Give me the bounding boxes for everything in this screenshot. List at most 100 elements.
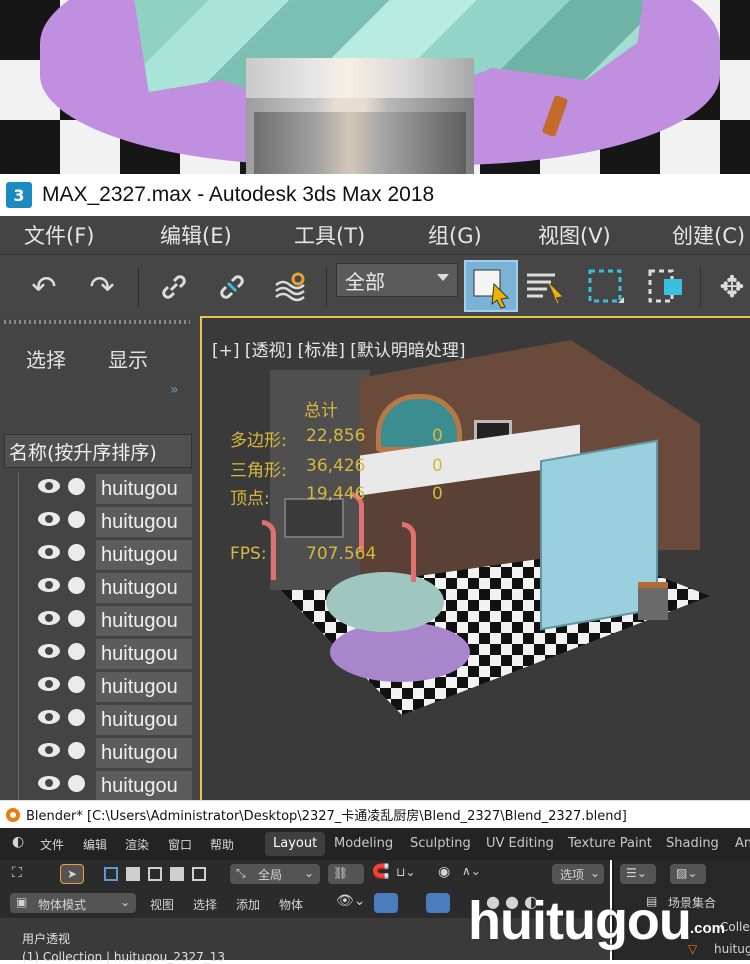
list-item[interactable]: huitugou — [0, 506, 200, 539]
tab-select[interactable]: 选择 — [26, 344, 66, 373]
eye-icon[interactable] — [38, 776, 60, 790]
tab-display[interactable]: 显示 — [108, 344, 148, 373]
pivot-point-dropdown[interactable]: ⛓ — [328, 864, 364, 884]
select-subtract-icon[interactable] — [148, 867, 162, 881]
list-item[interactable]: huitugou — [0, 671, 200, 704]
viewport-menu-add[interactable]: 添加 — [236, 896, 260, 913]
selection-filter-dropdown[interactable]: 全部 — [336, 263, 458, 297]
eye-icon[interactable] — [38, 545, 60, 559]
list-item[interactable]: huitugou — [0, 473, 200, 506]
viewport-menu-view[interactable]: 视图 — [150, 896, 174, 913]
window-crossing-icon[interactable] — [646, 267, 686, 307]
stats-polys-value: 22,856 — [306, 426, 366, 446]
menu-group[interactable]: 组(G) — [428, 220, 482, 250]
name-column-header[interactable]: 名称(按升序排序) — [4, 434, 192, 468]
tab-shading[interactable]: Shading — [658, 832, 727, 856]
tab-sculpting[interactable]: Sculpting — [402, 832, 479, 856]
select-new-icon[interactable] — [104, 867, 118, 881]
select-invert-icon[interactable] — [170, 867, 184, 881]
freeze-toggle-icon[interactable] — [68, 775, 85, 792]
bl-menu-edit[interactable]: 编辑 — [83, 836, 107, 853]
blender-logo-icon — [6, 807, 20, 822]
cursor-icon: ➤ — [67, 867, 78, 881]
mode-dropdown[interactable]: ▣ 物体模式 ⌄ — [10, 893, 136, 913]
eye-icon[interactable] — [38, 611, 60, 625]
bl-menu-window[interactable]: 窗口 — [168, 836, 192, 853]
list-item[interactable]: huitugou — [0, 704, 200, 737]
object-name: huitugou — [96, 705, 192, 735]
visibility-eye-icon[interactable]: 👁⌄ — [336, 893, 366, 909]
panel-grip[interactable] — [4, 320, 190, 324]
select-by-name-icon[interactable] — [524, 267, 564, 307]
tab-texture-paint[interactable]: Texture Paint — [560, 832, 660, 856]
freeze-toggle-icon[interactable] — [68, 610, 85, 627]
transform-orientation-dropdown[interactable]: ⤡ 全局 ⌄ — [230, 864, 320, 884]
select-intersect-icon[interactable] — [192, 867, 206, 881]
link-icon[interactable] — [154, 267, 194, 307]
viewport-menu-select[interactable]: 选择 — [193, 896, 217, 913]
eye-icon[interactable] — [38, 743, 60, 757]
toolbar-divider — [138, 267, 139, 307]
falloff-icon[interactable]: ∧⌄ — [462, 864, 481, 878]
list-item[interactable]: huitugou — [0, 638, 200, 671]
select-extend-icon[interactable] — [126, 867, 140, 881]
eye-icon[interactable] — [38, 512, 60, 526]
freeze-toggle-icon[interactable] — [68, 709, 85, 726]
bl-menu-render[interactable]: 渲染 — [125, 836, 149, 853]
overlay-toggle-icon[interactable] — [426, 893, 450, 913]
freeze-toggle-icon[interactable] — [68, 511, 85, 528]
viewport-menu-object[interactable]: 物体 — [279, 896, 303, 913]
tree-line — [18, 737, 19, 770]
expand-chevron-icon[interactable]: » — [170, 382, 179, 398]
menu-edit[interactable]: 编辑(E) — [160, 220, 232, 250]
redo-icon[interactable]: ↷ — [82, 267, 122, 307]
list-item[interactable]: huitugou — [0, 539, 200, 572]
outliner-filter-dropdown[interactable]: ☰⌄ — [620, 864, 656, 884]
menu-tools[interactable]: 工具(T) — [294, 220, 365, 250]
bl-menu-help[interactable]: 帮助 — [210, 836, 234, 853]
blender-app-icon[interactable]: ◐ — [12, 834, 24, 850]
stats-total-label: 总计 — [304, 401, 338, 421]
select-object-button[interactable] — [464, 260, 518, 312]
rect-selection-icon[interactable] — [586, 267, 626, 307]
list-item[interactable]: huitugou — [0, 770, 200, 803]
select-tool-button[interactable]: ➤ — [60, 864, 84, 884]
freeze-toggle-icon[interactable] — [68, 742, 85, 759]
undo-icon[interactable]: ↶ — [24, 267, 64, 307]
freeze-toggle-icon[interactable] — [68, 544, 85, 561]
stats-verts-label: 顶点: — [230, 489, 270, 509]
tab-uv-editing[interactable]: UV Editing — [478, 832, 562, 856]
freeze-toggle-icon[interactable] — [68, 478, 85, 495]
freeze-toggle-icon[interactable] — [68, 676, 85, 693]
proportional-edit-icon[interactable]: ◉ — [438, 864, 450, 880]
list-item[interactable]: huitugou — [0, 572, 200, 605]
unlink-icon[interactable] — [212, 267, 252, 307]
move-icon[interactable]: ✥ — [712, 267, 750, 307]
eye-icon[interactable] — [38, 710, 60, 724]
bl-menu-file[interactable]: 文件 — [40, 836, 64, 853]
eye-icon[interactable] — [38, 578, 60, 592]
tab-modeling[interactable]: Modeling — [326, 832, 401, 856]
transform-pivot-icon[interactable]: ⛶ — [12, 865, 22, 881]
freeze-toggle-icon[interactable] — [68, 577, 85, 594]
eye-icon[interactable] — [38, 677, 60, 691]
menu-create[interactable]: 创建(C) — [672, 220, 745, 250]
tab-animation[interactable]: An — [727, 832, 750, 856]
options-dropdown[interactable]: 选项 ⌄ — [552, 864, 604, 884]
eye-icon[interactable] — [38, 479, 60, 493]
freeze-toggle-icon[interactable] — [68, 643, 85, 660]
viewport-label[interactable]: [+] [透视] [标准] [默认明暗处理] — [212, 336, 466, 361]
gizmo-toggle-icon[interactable] — [374, 893, 398, 913]
list-item[interactable]: huitugou — [0, 737, 200, 770]
outliner-display-dropdown[interactable]: ▨⌄ — [670, 864, 706, 884]
menu-file[interactable]: 文件(F) — [24, 220, 94, 250]
bind-spacewarp-icon[interactable] — [270, 267, 310, 307]
max-logo-icon: 3 — [6, 182, 32, 208]
snap-icon[interactable]: 🧲 — [372, 864, 389, 880]
menu-views[interactable]: 视图(V) — [538, 220, 611, 250]
list-item[interactable]: huitugou — [0, 605, 200, 638]
outliner-object-item[interactable]: huitug — [714, 942, 750, 956]
snap-target-icon[interactable]: ⊔⌄ — [396, 865, 415, 879]
eye-icon[interactable] — [38, 644, 60, 658]
tab-layout[interactable]: Layout — [265, 832, 326, 856]
